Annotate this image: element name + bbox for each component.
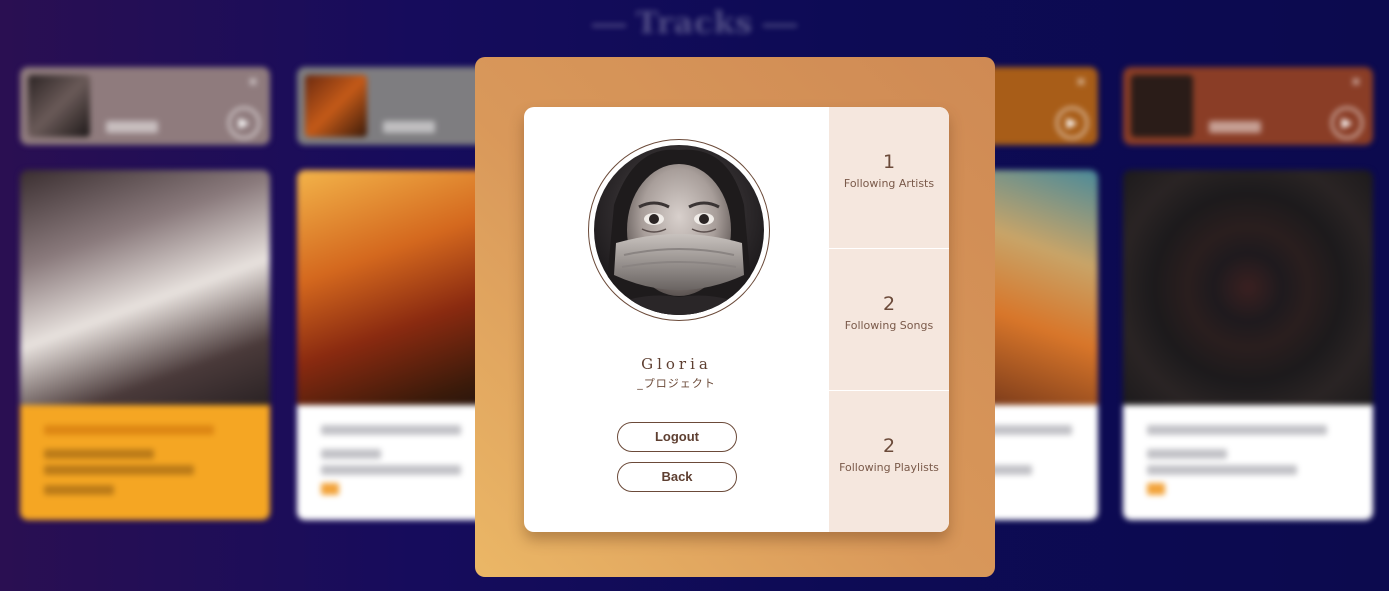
avatar-portrait-image — [594, 145, 764, 315]
mini-track-card: ▶ ✕ — [1123, 67, 1373, 145]
logout-button[interactable]: Logout — [617, 422, 737, 452]
play-icon: ▶ — [1331, 107, 1363, 139]
profile-handle: _プロジェクト — [637, 377, 716, 390]
profile-summary: Gloria _プロジェクト Logout Back — [524, 107, 829, 532]
stat-label: Following Playlists — [839, 461, 939, 474]
stat-following-playlists: 2 Following Playlists — [829, 391, 949, 532]
track-card — [1123, 170, 1373, 520]
mini-track-card: ▶ ✕ — [20, 67, 270, 145]
stat-value: 2 — [882, 293, 896, 315]
profile-modal: Gloria _プロジェクト Logout Back 1 Following A… — [475, 57, 995, 577]
close-icon: ✕ — [1075, 75, 1087, 89]
avatar — [594, 145, 764, 315]
back-button[interactable]: Back — [617, 462, 737, 492]
stat-following-songs: 2 Following Songs — [829, 249, 949, 390]
profile-card: Gloria _プロジェクト Logout Back 1 Following A… — [524, 107, 949, 532]
play-icon: ▶ — [228, 107, 260, 139]
stat-label: Following Artists — [843, 177, 935, 190]
stat-value: 2 — [882, 435, 896, 457]
stat-label: Following Songs — [844, 319, 934, 332]
close-icon: ✕ — [1350, 75, 1362, 89]
profile-name: Gloria — [641, 355, 712, 373]
play-icon: ▶ — [1056, 107, 1088, 139]
stat-following-artists: 1 Following Artists — [829, 107, 949, 248]
section-title: Tracks — [0, 6, 1389, 41]
stats-panel: 1 Following Artists 2 Following Songs 2 … — [829, 107, 949, 532]
avatar-frame — [588, 139, 770, 321]
close-icon: ✕ — [247, 75, 259, 89]
stat-value: 1 — [882, 151, 896, 173]
track-card — [20, 170, 270, 520]
